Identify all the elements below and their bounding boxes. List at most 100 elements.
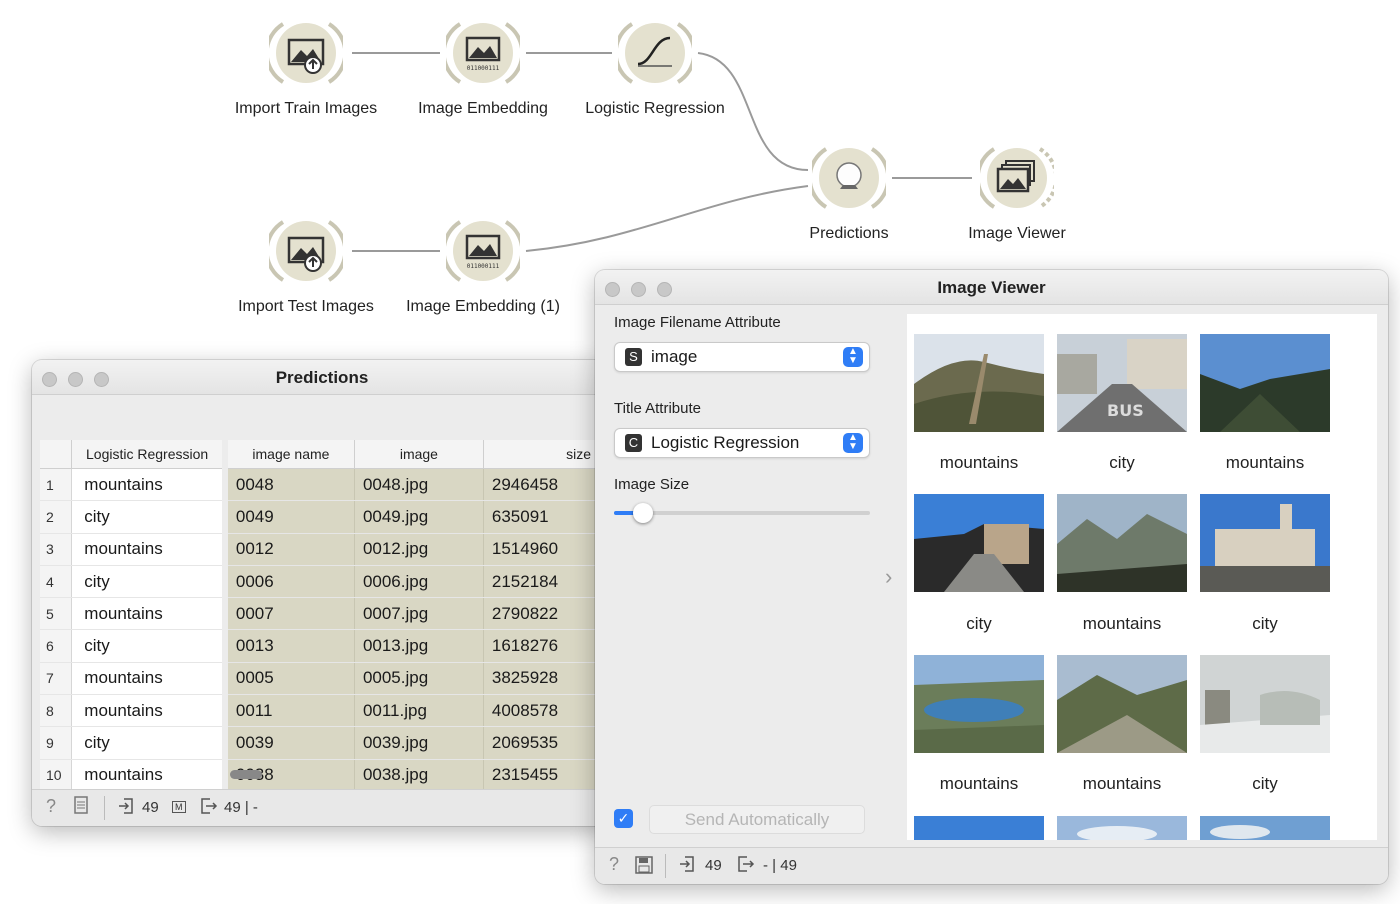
svg-text:011000111: 011000111 (467, 263, 500, 270)
table-row[interactable]: 1 mountains 0048 0048.jpg 2946458 (40, 468, 612, 502)
image-viewer-window: Image Viewer Image Filename Attribute S … (595, 270, 1388, 884)
image-file-cell: 0049.jpg (354, 500, 484, 534)
input-count: 49 (705, 857, 722, 874)
node-import-train-images[interactable]: Import Train Images (235, 16, 377, 118)
node-import-test-images[interactable]: Import Test Images (238, 214, 374, 316)
node-label: Import Test Images (238, 298, 374, 315)
horizontal-scrollbar[interactable] (230, 770, 262, 779)
node-image-viewer[interactable]: Image Viewer (952, 141, 1082, 243)
predictions-titlebar[interactable]: Predictions (32, 360, 612, 395)
chevron-updown-icon: ▲ ▼ (843, 433, 863, 453)
table-row[interactable]: 9 city 0039 0039.jpg 2069535 (40, 726, 612, 760)
image-file-cell: 0039.jpg (354, 726, 484, 760)
prediction-cell: mountains (71, 597, 228, 631)
table-row[interactable]: 5 mountains 0007 0007.jpg 2790822 (40, 597, 612, 631)
thumbnail-caption: mountains (1082, 614, 1162, 633)
table-row[interactable]: 10mountains00380038.jpg2315455 (40, 759, 612, 792)
output-count: - | 49 (763, 857, 797, 874)
status-divider (665, 854, 666, 878)
image-embedding-icon: 011000111 (446, 214, 520, 288)
image-name-cell: 0049 (224, 500, 355, 534)
input-count: 49 (142, 799, 159, 816)
size-cell: 2152184 (483, 565, 612, 599)
thumbnail-city-bus-lane[interactable]: BUS (1057, 334, 1187, 432)
svg-text:BUS: BUS (1107, 401, 1144, 420)
prediction-cell: city (71, 629, 228, 663)
help-icon[interactable]: ? (609, 854, 619, 875)
image-size-slider[interactable] (614, 503, 870, 523)
table-row[interactable]: 6 city 0013 0013.jpg 1618276 (40, 629, 612, 663)
prediction-cell: mountains (71, 694, 228, 728)
help-icon[interactable]: ? (46, 796, 56, 817)
table-row[interactable]: 8 mountains 0011 0011.jpg 4008578 (40, 694, 612, 728)
image-name-cell: 0039 (224, 726, 355, 760)
filename-attribute-combo[interactable]: S image ▲ ▼ (614, 342, 870, 372)
save-icon[interactable] (635, 856, 653, 878)
thumbnail-mountains-valley[interactable] (1200, 334, 1330, 432)
predictions-table[interactable]: Logistic Regression image name image siz… (40, 440, 612, 792)
size-cell: 3825928 (483, 662, 612, 696)
row-number: 4 (40, 565, 73, 599)
thumbnail-partial-clouds-2[interactable] (1200, 816, 1330, 840)
send-automatically-checkbox[interactable]: ✓ (614, 809, 633, 828)
node-image-embedding[interactable]: 011000111 Image Embedding (418, 16, 548, 118)
table-row[interactable]: 4 city 0006 0006.jpg 2152184 (40, 565, 612, 599)
table-row[interactable]: 2 city 0049 0049.jpg 635091 (40, 500, 612, 534)
node-logistic-regression[interactable]: Logistic Regression (585, 16, 725, 118)
thumbnail-caption: city (1109, 453, 1135, 472)
thumbnail-city-snow[interactable] (1200, 655, 1330, 753)
thumbnail-city-clock-tower[interactable] (1200, 494, 1330, 592)
image-file-cell: 0012.jpg (354, 533, 484, 566)
table-row[interactable]: 7 mountains 0005 0005.jpg 3825928 (40, 662, 612, 696)
input-badge: M (172, 801, 186, 813)
prediction-cell: mountains (71, 468, 228, 502)
size-cell: 2069535 (483, 726, 612, 760)
image-stack-icon (980, 141, 1054, 215)
column-header[interactable]: Logistic Regression (71, 440, 228, 469)
chevron-right-icon[interactable]: › (885, 564, 892, 590)
predictions-window: Predictions Logistic Regression image na… (32, 360, 612, 826)
thumbnail-partial-clouds[interactable] (1057, 816, 1187, 840)
image-name-cell: 0013 (224, 629, 355, 663)
image-name-cell: 0011 (224, 694, 355, 728)
image-name-cell: 0005 (224, 662, 355, 696)
crystal-ball-icon (812, 141, 886, 215)
corner-header (40, 440, 73, 469)
prediction-cell: mountains (71, 759, 228, 792)
window-title: Predictions (275, 368, 369, 387)
node-image-embedding-1[interactable]: 011000111 Image Embedding (1) (406, 214, 560, 316)
thumbnail-mountains-alpine[interactable] (1057, 494, 1187, 592)
thumbnail-caption: city (966, 614, 992, 633)
filename-attribute-value: image (651, 347, 698, 366)
table-row[interactable]: 3 mountains 0012 0012.jpg 1514960 (40, 533, 612, 566)
prediction-cell: city (71, 500, 228, 534)
thumbnail-city-street[interactable] (914, 494, 1044, 592)
viewer-statusbar: ? 49 - | 49 (595, 847, 1388, 884)
node-predictions[interactable]: Predictions (784, 141, 914, 243)
row-number: 9 (40, 726, 73, 760)
slider-knob[interactable] (632, 503, 653, 523)
window-title: Image Viewer (937, 278, 1046, 297)
thumbnail-caption: city (1252, 614, 1278, 633)
thumbnail-caption: mountains (939, 774, 1019, 793)
row-number: 3 (40, 533, 73, 566)
column-header[interactable]: image (354, 440, 484, 469)
image-grid[interactable]: BUS mountains city mountains city mounta… (907, 314, 1377, 840)
image-upload-icon (269, 16, 343, 90)
title-attribute-combo[interactable]: C Logistic Regression ▲ ▼ (614, 428, 870, 458)
column-header[interactable]: size (483, 440, 612, 469)
size-cell: 635091 (483, 500, 612, 534)
thumbnail-partial-sky[interactable] (914, 816, 1044, 840)
thumbnail-mountains-stairs[interactable] (914, 334, 1044, 432)
thumbnail-caption: mountains (939, 453, 1019, 472)
viewer-titlebar[interactable]: Image Viewer (595, 270, 1388, 305)
thumbnail-mountains-river[interactable] (1057, 655, 1187, 753)
image-file-cell: 0011.jpg (354, 694, 484, 728)
thumbnail-mountains-lake[interactable] (914, 655, 1044, 753)
node-label: Image Embedding (1) (406, 298, 560, 315)
node-label: Image Embedding (418, 100, 548, 117)
send-automatically-button[interactable]: Send Automatically (649, 805, 865, 834)
report-icon[interactable] (74, 796, 88, 818)
column-header[interactable]: image name (224, 440, 355, 469)
prediction-cell: city (71, 565, 228, 599)
